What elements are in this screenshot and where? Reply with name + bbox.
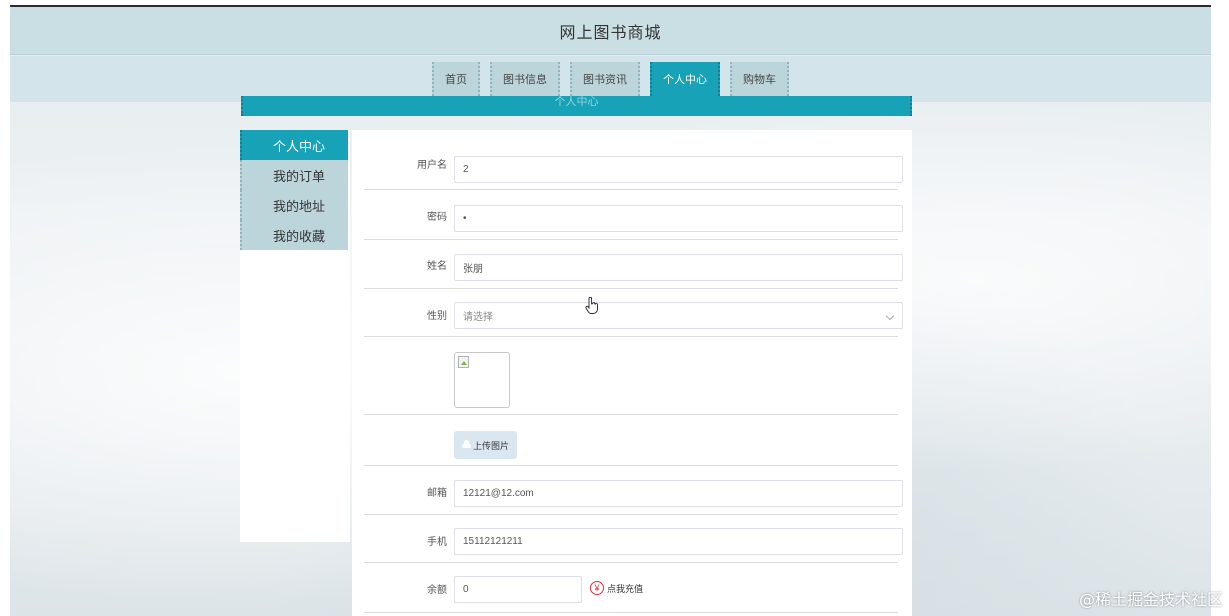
gender-label: 性别 (427, 311, 447, 322)
balance-label: 余额 (427, 585, 447, 596)
sidebar: 个人中心 我的订单 我的地址 我的收藏 (240, 130, 350, 542)
phone-input[interactable]: 15112121211 (454, 528, 903, 555)
form-row-name: 姓名 张朋 (364, 240, 903, 289)
avatar-preview (454, 352, 510, 408)
gender-select[interactable]: 请选择 (454, 302, 903, 329)
form-row-phone: 手机 15112121211 (364, 515, 903, 563)
chevron-down-icon (885, 311, 895, 321)
form-row-email: 邮箱 12121@12.com (364, 466, 903, 515)
broken-image-icon (458, 356, 469, 368)
recharge-label: 点我充值 (607, 583, 644, 594)
form-row-avatar (364, 337, 898, 415)
name-label: 姓名 (427, 261, 447, 272)
site-title: 网上图书商城 (559, 24, 662, 42)
password-input[interactable]: • (454, 205, 903, 232)
upload-image-button[interactable]: 上传图片 (454, 431, 517, 459)
section-title: 个人中心 (554, 96, 599, 108)
name-input[interactable]: 张朋 (454, 254, 903, 281)
yen-icon: ¥ (590, 581, 604, 595)
nav-item-personal-center[interactable]: 个人中心 (650, 62, 720, 96)
cloud-upload-icon (461, 439, 471, 448)
watermark: @稀土掘金技术社区 (1078, 590, 1223, 609)
nav-item-cart[interactable]: 购物车 (730, 62, 789, 96)
form-row-gender: 性别 请选择 (364, 289, 903, 337)
nav-item-book-info[interactable]: 图书信息 (490, 62, 560, 96)
form-row-password: 密码 • (364, 190, 903, 240)
password-label: 密码 (427, 212, 447, 223)
side-menu: 个人中心 我的订单 我的地址 我的收藏 (240, 130, 348, 250)
gender-select-placeholder: 请选择 (463, 312, 493, 323)
username-input[interactable]: 2 (454, 156, 903, 183)
sidebar-item-my-addresses[interactable]: 我的地址 (240, 190, 348, 220)
nav-item-home[interactable]: 首页 (432, 62, 480, 96)
upload-button-label: 上传图片 (472, 440, 509, 451)
site-header: 网上图书商城 (10, 7, 1211, 55)
form-row-username: 用户名 2 (364, 144, 903, 190)
section-title-bar: 个人中心 (241, 96, 912, 116)
form-row-balance: 余额 0 ¥ 点我充值 (364, 563, 898, 613)
nav-item-book-news[interactable]: 图书资讯 (570, 62, 640, 96)
phone-label: 手机 (427, 537, 447, 548)
email-label: 邮箱 (427, 488, 447, 499)
email-input[interactable]: 12121@12.com (454, 480, 903, 507)
recharge-link[interactable]: ¥ 点我充值 (590, 581, 643, 595)
username-label: 用户名 (417, 160, 447, 171)
sidebar-item-my-orders[interactable]: 我的订单 (240, 160, 348, 190)
form-row-upload: 上传图片 (364, 415, 898, 466)
sidebar-item-personal-center[interactable]: 个人中心 (240, 130, 348, 160)
profile-form: 用户名 2 密码 • 姓名 张朋 性别 请选择 上传图片 邮箱 12121@12… (352, 130, 912, 616)
sidebar-item-my-favorites[interactable]: 我的收藏 (240, 220, 348, 250)
balance-input: 0 (454, 576, 582, 603)
hand-cursor-icon (585, 297, 598, 314)
